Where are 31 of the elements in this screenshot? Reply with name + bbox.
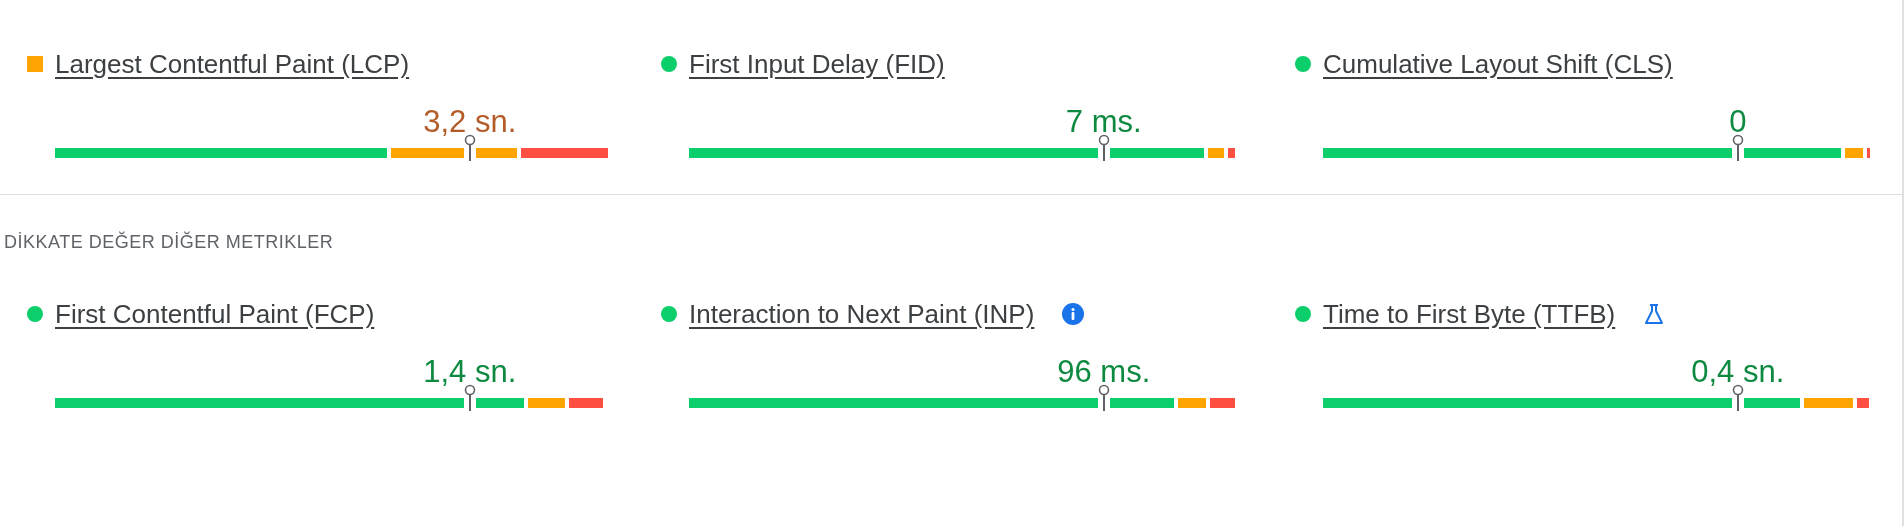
percentile-marker <box>1730 134 1745 162</box>
metric-value: 1,4 sn. <box>423 356 517 387</box>
percentile-marker <box>462 384 477 412</box>
flask-icon[interactable] <box>1643 303 1666 325</box>
metric-title-link[interactable]: Cumulative Layout Shift (CLS) <box>1323 51 1673 77</box>
distribution-bar-segment <box>1178 398 1207 408</box>
metric-value: 3,2 sn. <box>423 106 517 137</box>
distribution-bar-segment <box>1844 148 1863 158</box>
distribution-bar-segment <box>568 398 604 408</box>
distribution-bar-segment <box>1228 148 1236 158</box>
section-heading: DİKKATE DEĞER DİĞER METRIKLER <box>4 232 334 252</box>
distribution-bar-segment <box>1866 148 1870 158</box>
metric-value: 0,4 sn. <box>1691 356 1785 387</box>
metric-value: 96 ms. <box>1057 356 1151 387</box>
percentile-marker <box>1096 134 1111 162</box>
metric-title-link[interactable]: Time to First Byte (TTFB) <box>1323 301 1616 327</box>
distribution-bar-segment <box>527 398 565 408</box>
percentile-marker <box>1096 384 1111 412</box>
info-icon[interactable] <box>1062 303 1085 325</box>
percentile-marker <box>462 134 477 162</box>
percentile-marker <box>1730 384 1745 412</box>
distribution-bar-segment <box>1210 398 1236 408</box>
distribution-bar-segment <box>1803 398 1853 408</box>
metric-value: 0 <box>1729 106 1747 137</box>
metric-value: 7 ms. <box>1065 106 1142 137</box>
metric-title-link[interactable]: First Contentful Paint (FCP) <box>55 301 375 327</box>
metric-title-link[interactable]: Largest Contentful Paint (LCP) <box>55 51 410 77</box>
metric-title-link[interactable]: Interaction to Next Paint (INP) <box>689 301 1035 327</box>
distribution-bar-segment <box>1208 148 1225 158</box>
distribution-bar-segment <box>1856 398 1869 408</box>
metric-title-link[interactable]: First Input Delay (FID) <box>689 51 945 77</box>
